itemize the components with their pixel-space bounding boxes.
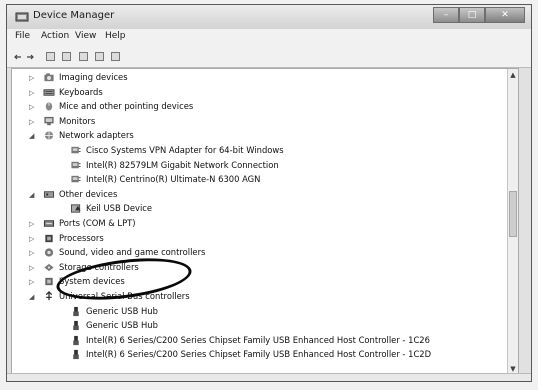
network-icon bbox=[44, 131, 54, 141]
tree-category-row[interactable]: ▷ Ports (COM & LPT) bbox=[12, 217, 518, 231]
network-adapter-icon bbox=[71, 146, 81, 154]
title-bar[interactable]: Device Manager – □ ✕ bbox=[7, 5, 531, 30]
tree-device-row[interactable]: Intel(R) 6 Series/C200 Series Chipset Fa… bbox=[12, 348, 518, 362]
expand-arrow-icon[interactable]: ▷ bbox=[29, 89, 37, 97]
tree-row-label: Network adapters bbox=[59, 130, 134, 141]
storage-icon bbox=[44, 263, 54, 271]
menu-bar: File Action View Help bbox=[7, 29, 531, 47]
menu-action[interactable]: Action bbox=[41, 31, 69, 41]
scroll-thumb[interactable] bbox=[509, 191, 517, 237]
expand-arrow-icon[interactable]: ▷ bbox=[29, 249, 37, 257]
tree-category-row[interactable]: ◢ Other devices bbox=[12, 188, 518, 202]
close-button[interactable]: ✕ bbox=[485, 7, 525, 23]
monitor-icon bbox=[44, 116, 54, 125]
tree-category-row[interactable]: ◢ Network adapters bbox=[12, 129, 518, 143]
usb-device-icon bbox=[73, 321, 79, 331]
sound-icon bbox=[44, 248, 54, 257]
status-bar bbox=[7, 373, 531, 381]
tree-category-row[interactable]: ▷ Processors bbox=[12, 232, 518, 246]
processor-icon bbox=[45, 234, 53, 242]
expand-arrow-icon[interactable]: ▷ bbox=[29, 235, 37, 243]
tree-device-row[interactable]: Intel(R) 82579LM Gigabit Network Connect… bbox=[12, 159, 518, 173]
device-toolbar-icon[interactable] bbox=[111, 52, 120, 61]
tree-row-label: Monitors bbox=[59, 115, 96, 126]
tree-category-row[interactable]: ▷ Sound, video and game controllers bbox=[12, 246, 518, 260]
tree-device-row[interactable]: Generic USB Hub bbox=[12, 305, 518, 319]
tree-row-label: Imaging devices bbox=[59, 72, 128, 82]
vertical-scrollbar[interactable]: ▲ ▼ bbox=[507, 69, 518, 375]
network-adapter-icon bbox=[71, 161, 81, 168]
collapse-arrow-icon[interactable]: ◢ bbox=[29, 293, 37, 301]
tree-device-row[interactable]: Cisco Systems VPN Adapter for 64-bit Win… bbox=[12, 144, 518, 158]
tree-category-row[interactable]: ▷ Keyboards bbox=[12, 86, 518, 100]
tree-row-label: Sound, video and game controllers bbox=[59, 247, 206, 258]
expand-arrow-icon[interactable]: ▷ bbox=[29, 264, 37, 272]
tree-row-label: Cisco Systems VPN Adapter for 64-bit Win… bbox=[86, 145, 284, 155]
collapse-arrow-icon[interactable]: ◢ bbox=[29, 191, 37, 199]
window-controls: – □ ✕ bbox=[433, 7, 525, 25]
expand-arrow-icon[interactable]: ▷ bbox=[29, 103, 37, 111]
expand-arrow-icon[interactable]: ▷ bbox=[29, 118, 37, 126]
scroll-up-icon[interactable]: ▲ bbox=[509, 70, 517, 80]
toolbar bbox=[7, 47, 531, 68]
tree-row-label: Mice and other pointing devices bbox=[59, 101, 194, 112]
tree-row-label: Generic USB Hub bbox=[86, 305, 158, 316]
other-devices-icon bbox=[43, 191, 55, 198]
usb-device-icon bbox=[73, 335, 79, 345]
tree-row-label: Other devices bbox=[59, 188, 118, 199]
usb-device-icon bbox=[73, 306, 79, 316]
camera-icon bbox=[44, 73, 54, 82]
help-icon[interactable] bbox=[79, 52, 88, 61]
keyboard-icon bbox=[43, 88, 55, 96]
tree-device-row[interactable]: Intel(R) 6 Series/C200 Series Chipset Fa… bbox=[12, 334, 518, 348]
usb-device-icon bbox=[73, 350, 79, 360]
expand-arrow-icon[interactable]: ▷ bbox=[29, 74, 37, 82]
maximize-button[interactable]: □ bbox=[459, 7, 485, 23]
warning-device-icon bbox=[70, 204, 81, 214]
menu-view[interactable]: View bbox=[75, 31, 96, 41]
show-hidden-icon[interactable] bbox=[62, 52, 71, 61]
tree-row-label: Generic USB Hub bbox=[86, 320, 158, 331]
minimize-button[interactable]: – bbox=[433, 7, 459, 23]
expand-arrow-icon[interactable]: ▷ bbox=[29, 220, 37, 228]
forward-arrow-icon[interactable] bbox=[26, 53, 34, 61]
tree-device-row[interactable]: Generic USB Hub bbox=[12, 319, 518, 333]
back-arrow-icon[interactable] bbox=[14, 53, 22, 61]
menu-file[interactable]: File bbox=[15, 31, 30, 41]
tree-row-label: Intel(R) Centrino(R) Ultimate-N 6300 AGN bbox=[86, 174, 261, 185]
tree-category-row[interactable]: ▷ Monitors bbox=[12, 115, 518, 129]
tree-row-label: Keyboards bbox=[59, 86, 103, 97]
device-manager-window: Device Manager – □ ✕ File Action View He… bbox=[6, 4, 532, 382]
window-title: Device Manager bbox=[33, 10, 115, 21]
port-icon bbox=[43, 220, 55, 227]
properties-icon[interactable] bbox=[46, 52, 55, 61]
mouse-icon bbox=[45, 102, 53, 111]
tree-row-label: Keil USB Device bbox=[86, 203, 153, 214]
tree-row-label: Intel(R) 6 Series/C200 Series Chipset Fa… bbox=[86, 334, 430, 345]
device-manager-icon bbox=[15, 12, 29, 22]
device-tree: ▷ Imaging devices ▷ Keyboards ▷ Mice and othe… bbox=[11, 68, 519, 376]
network-adapter-icon bbox=[71, 176, 81, 183]
tree-category-row[interactable]: ▷ Imaging devices bbox=[12, 71, 518, 85]
tree-row-label: Ports (COM & LPT) bbox=[59, 218, 136, 228]
tree-device-row[interactable]: Keil USB Device bbox=[12, 202, 518, 216]
tree-category-row[interactable]: ▷ Mice and other pointing devices bbox=[12, 100, 518, 114]
tree-device-row[interactable]: Intel(R) Centrino(R) Ultimate-N 6300 AGN bbox=[12, 173, 518, 187]
system-icon bbox=[45, 278, 53, 286]
collapse-arrow-icon[interactable]: ◢ bbox=[29, 132, 37, 140]
tree-row-label: Intel(R) 6 Series/C200 Series Chipset Fa… bbox=[86, 349, 432, 360]
scan-hardware-icon[interactable] bbox=[95, 52, 104, 61]
tree-row-label: Processors bbox=[59, 232, 104, 243]
tree-row-label: Intel(R) 82579LM Gigabit Network Connect… bbox=[86, 159, 279, 170]
expand-arrow-icon[interactable]: ▷ bbox=[29, 278, 37, 286]
usb-icon bbox=[45, 291, 53, 301]
menu-help[interactable]: Help bbox=[105, 31, 126, 41]
